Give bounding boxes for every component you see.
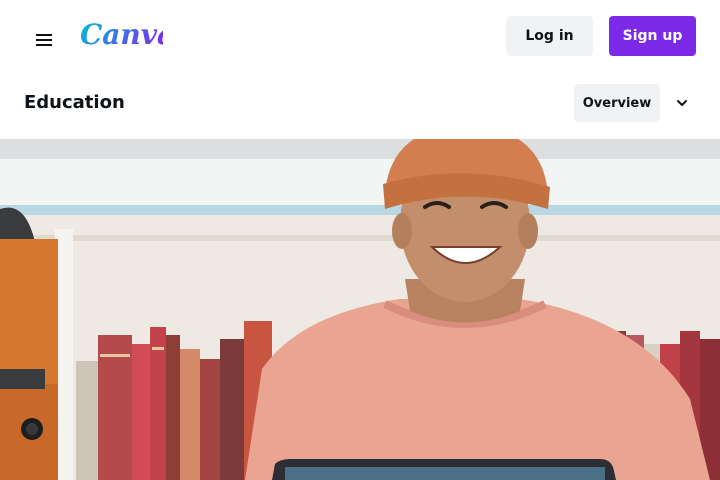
signup-button[interactable]: Sign up — [609, 16, 696, 56]
overview-button[interactable]: Overview — [574, 84, 660, 122]
hamburger-menu-icon — [36, 34, 52, 46]
hamburger-menu-button[interactable] — [26, 20, 62, 52]
hero-image — [0, 139, 720, 480]
section-subnav: Education Overview — [0, 72, 720, 139]
top-navigation-bar: Canva Log in Sign up — [0, 0, 720, 72]
section-dropdown-toggle[interactable] — [668, 89, 696, 117]
section-title: Education — [24, 92, 125, 113]
login-button[interactable]: Log in — [506, 16, 593, 56]
chevron-down-icon — [677, 100, 687, 106]
logo-text: Canva — [80, 18, 163, 51]
canva-logo[interactable]: Canva — [79, 14, 163, 54]
